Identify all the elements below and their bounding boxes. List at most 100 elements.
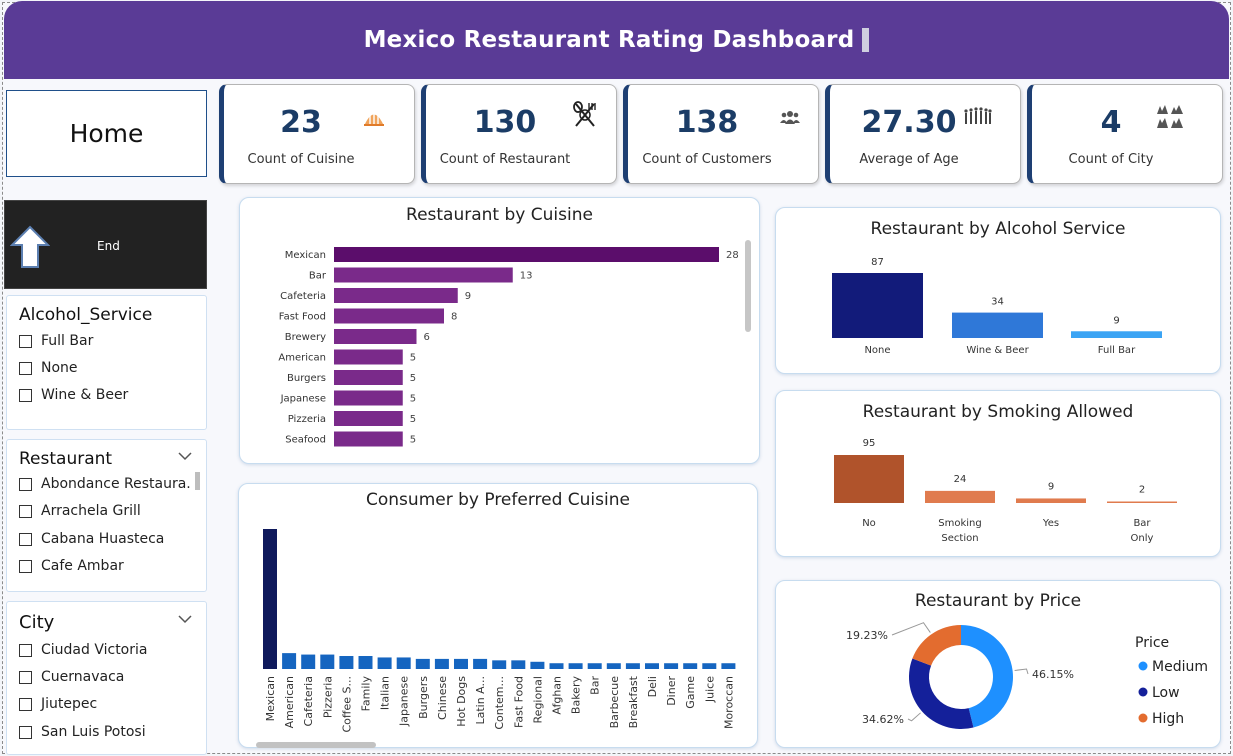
slicer-option-label: Jiutepec — [41, 696, 98, 712]
checkbox[interactable] — [19, 504, 32, 518]
checkbox[interactable] — [19, 670, 32, 684]
y-tick-label: Pizzeria — [288, 414, 326, 425]
utensils-icon — [573, 101, 596, 127]
slicer-option-label: San Luis Potosi — [41, 724, 146, 740]
home-button-label: Home — [69, 119, 144, 148]
slicer-option-label: Abondance Restaura... — [41, 476, 191, 492]
bar — [301, 654, 316, 669]
bar — [511, 660, 526, 669]
bar — [415, 658, 430, 669]
panel-restaurant-by-price: Restaurant by Price 46.15% 34.62% 19.23% Pr… — [775, 580, 1221, 748]
checkbox[interactable] — [19, 697, 32, 711]
slicer-option-label: Full Bar — [41, 333, 94, 349]
slicer-option[interactable]: None — [19, 360, 78, 376]
bar — [492, 660, 507, 669]
bar — [625, 663, 640, 669]
slicer-option-label: None — [41, 360, 78, 376]
x-tick-label: Juice — [703, 676, 716, 703]
legend-label: Low — [1152, 685, 1180, 701]
dashboard-header: Mexico Restaurant Rating Dashboard — [4, 1, 1229, 79]
x-tick-label: Only — [1131, 533, 1154, 544]
data-label: 24 — [954, 474, 967, 485]
slicer-alcohol-service: Alcohol_Service Full Bar None Wine & Bee… — [6, 295, 207, 430]
slicer-option[interactable]: San Luis Potosi — [19, 724, 146, 740]
data-label: 9 — [1048, 481, 1054, 492]
dashboard-title: Mexico Restaurant Rating Dashboard — [363, 27, 855, 53]
slicer-option[interactable]: Jiutepec — [19, 696, 97, 712]
chart-restaurant-by-smoking-allowed: 95 No 24 Smoking Section 9 Yes 2 Bar Only — [834, 438, 1177, 544]
data-label: 6 — [424, 332, 430, 343]
x-tick-label: Breakfast — [627, 675, 640, 728]
chart-horizontal-scrollbar[interactable] — [256, 742, 376, 748]
end-button[interactable]: End — [4, 200, 207, 289]
checkbox[interactable] — [19, 361, 32, 375]
bar — [334, 370, 403, 385]
checkbox[interactable] — [19, 532, 32, 546]
slicer-option[interactable]: Cuernavaca — [19, 669, 124, 685]
y-tick-label: Japanese — [280, 394, 326, 405]
slicer-title: Restaurant — [19, 449, 113, 469]
slicer-option[interactable]: Cabana Huasteca — [19, 531, 164, 547]
bar — [702, 663, 717, 669]
data-label: 95 — [863, 438, 876, 449]
data-label: 2 — [1139, 485, 1145, 496]
checkbox[interactable] — [19, 725, 32, 739]
kpi-card-age: 27.30 Average of Age — [825, 84, 1021, 184]
x-tick-label: Pizzeria — [321, 676, 334, 718]
slicer-option[interactable]: Abondance Restaura... — [19, 476, 191, 492]
checkbox[interactable] — [19, 643, 32, 657]
age-icon — [964, 107, 992, 124]
bar — [334, 411, 403, 426]
bar — [334, 431, 403, 447]
legend-label: Medium — [1152, 659, 1208, 675]
leader-line — [1014, 668, 1029, 675]
checkbox[interactable] — [19, 477, 32, 491]
bar — [454, 658, 468, 669]
x-tick-label: Italian — [379, 676, 392, 710]
bar — [334, 267, 513, 283]
people-icon — [780, 111, 800, 124]
bar — [334, 288, 458, 303]
end-button-label: End — [97, 239, 120, 253]
checkbox[interactable] — [19, 559, 32, 573]
slicer-option[interactable]: Ciudad Victoria — [19, 642, 147, 658]
checkbox[interactable] — [19, 334, 32, 348]
bar — [645, 663, 659, 669]
data-label: 13 — [520, 271, 533, 282]
chart-restaurant-by-alcohol-service: 87 None 34 Wine & Beer 9 Full Bar — [832, 257, 1162, 356]
chart-scrollbar[interactable] — [745, 240, 751, 332]
x-tick-label: Fast Food — [512, 676, 525, 728]
bar — [925, 490, 995, 503]
x-tick-label: Cafeteria — [302, 676, 315, 726]
slicer-option[interactable]: Full Bar — [19, 333, 93, 349]
slicer-option[interactable]: Wine & Beer — [19, 387, 128, 403]
data-label: 5 — [410, 353, 416, 364]
bar — [320, 654, 335, 669]
slicer-option-label: Ciudad Victoria — [41, 642, 148, 658]
chevron-down-icon[interactable] — [178, 452, 192, 461]
slicer-option[interactable]: Arrachela Grill — [19, 503, 141, 519]
data-label: 9 — [465, 291, 471, 302]
arrow-up-icon — [10, 225, 50, 268]
x-tick-label: Game — [684, 676, 697, 709]
home-button[interactable]: Home — [6, 90, 207, 177]
y-tick-label: Burgers — [287, 373, 326, 384]
kpi-card-city: 4 Count of City — [1027, 84, 1223, 184]
bar — [334, 247, 719, 262]
bar — [549, 663, 564, 669]
pie-slice — [912, 625, 961, 666]
x-tick-label: Hot Dogs — [455, 676, 468, 727]
x-tick-label: Wine & Beer — [966, 345, 1029, 356]
x-tick-label: None — [864, 345, 890, 356]
bar — [334, 390, 403, 406]
bar — [952, 312, 1043, 338]
slicer-option[interactable]: Cafe Ambar — [19, 558, 124, 574]
bar — [1071, 331, 1162, 338]
x-tick-label: Bar — [589, 676, 602, 695]
panel-consumer-by-preferred-cuisine: Consumer by Preferred Cuisine Mexican Ame… — [238, 483, 758, 748]
chevron-down-icon[interactable] — [178, 615, 192, 624]
x-tick-label: Contem... — [493, 676, 506, 730]
x-tick-label: Full Bar — [1098, 345, 1136, 356]
checkbox[interactable] — [19, 388, 32, 402]
slicer-scrollbar[interactable] — [195, 472, 200, 490]
